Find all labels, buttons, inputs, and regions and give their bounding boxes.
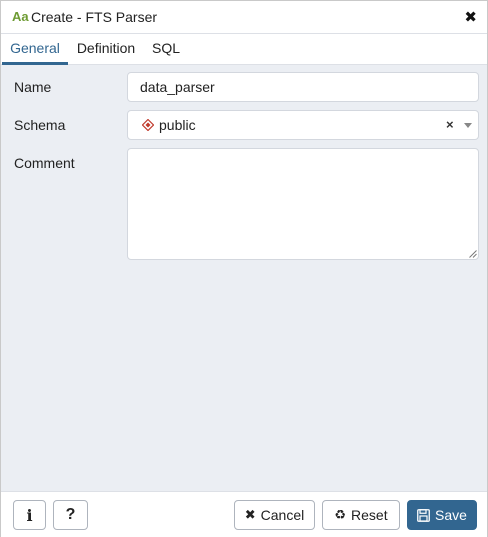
create-fts-parser-dialog: Aa Create - FTS Parser ✖ General Definit… (0, 0, 488, 537)
close-icon: ✖ (244, 507, 256, 522)
resize-grip-icon[interactable] (469, 250, 477, 258)
reset-button[interactable]: ♻ Reset (322, 500, 400, 530)
save-button[interactable]: Save (407, 500, 477, 530)
save-label: Save (435, 507, 467, 523)
dialog-title: Create - FTS Parser (31, 9, 158, 25)
fts-parser-icon: Aa (12, 9, 29, 24)
comment-textarea[interactable] (127, 148, 479, 260)
cancel-button[interactable]: ✖ Cancel (234, 500, 315, 530)
help-icon: ? (65, 506, 76, 523)
schema-selected-value: public (159, 117, 196, 133)
info-icon: i (26, 505, 33, 525)
info-button[interactable]: i (13, 500, 46, 530)
dialog-footer: i ? ✖ Cancel ♻ Reset Save (1, 491, 487, 537)
reset-label: Reset (351, 507, 388, 523)
schema-icon (142, 119, 154, 131)
help-button[interactable]: ? (53, 500, 88, 530)
name-label: Name (14, 79, 52, 95)
close-icon[interactable]: ✖ (464, 8, 477, 26)
comment-label: Comment (14, 155, 75, 171)
schema-select[interactable]: public × (127, 110, 479, 140)
tab-definition[interactable]: Definition (74, 34, 138, 62)
clear-selection-icon[interactable]: × (446, 117, 454, 132)
cancel-label: Cancel (260, 507, 305, 523)
tab-bar: General Definition SQL (1, 34, 487, 65)
floppy-disk-icon (417, 508, 430, 522)
chevron-down-icon[interactable] (464, 123, 472, 128)
tab-sql[interactable]: SQL (149, 34, 183, 62)
dialog-titlebar: Aa Create - FTS Parser ✖ (1, 1, 487, 34)
name-input[interactable] (127, 72, 479, 102)
tab-general[interactable]: General (2, 34, 68, 65)
schema-label: Schema (14, 117, 66, 133)
recycle-icon: ♻ (334, 507, 347, 522)
